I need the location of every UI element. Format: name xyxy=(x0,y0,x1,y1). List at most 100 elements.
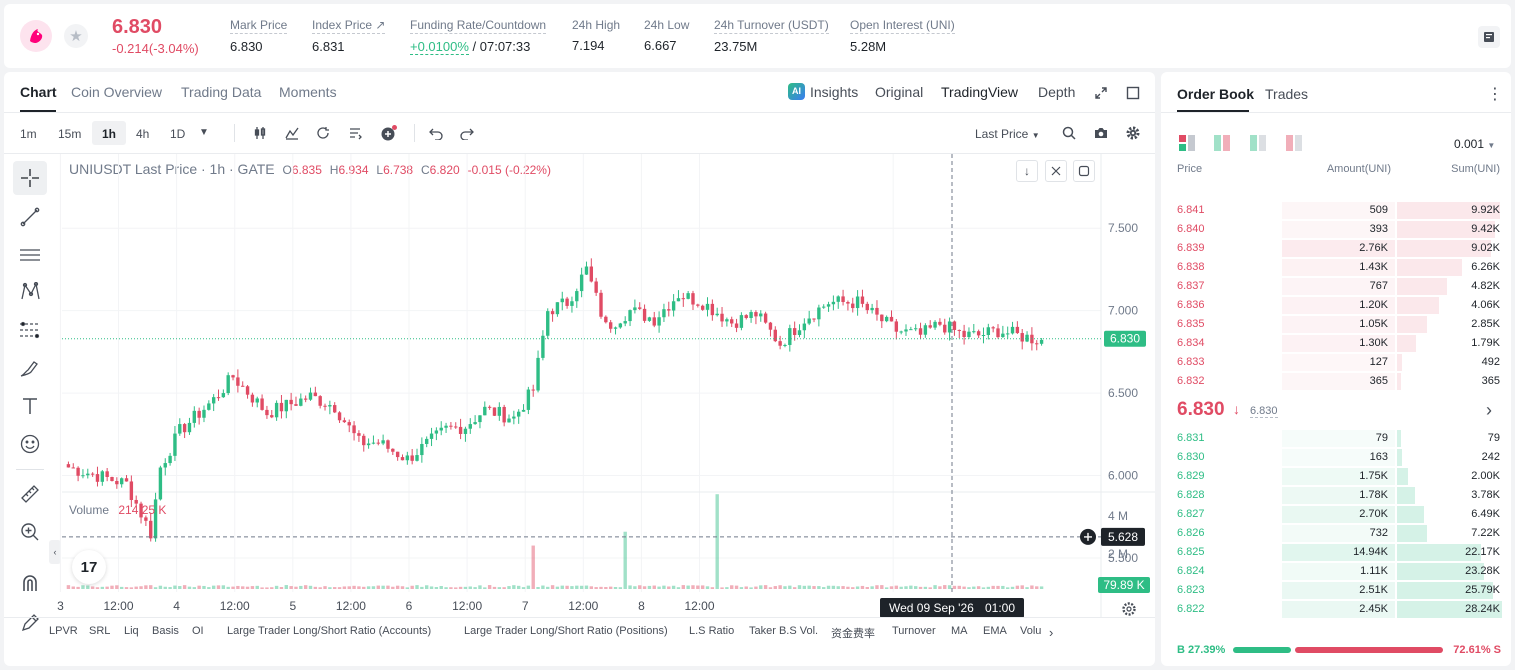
bid-row[interactable]: 6.827 2.70K 6.49K xyxy=(1161,505,1511,524)
candle-body xyxy=(991,327,995,329)
bid-row[interactable]: 6.825 14.94K 22.17K xyxy=(1161,543,1511,562)
coin-logo xyxy=(20,20,52,52)
x-tick-label: 6 xyxy=(406,599,413,613)
candle-body xyxy=(918,328,923,335)
price-chart[interactable]: 7.5007.0006.5006.0005.5003 12:00 4 12:00 5 12… xyxy=(4,72,1155,666)
indicator-turnover[interactable]: Turnover xyxy=(892,625,936,637)
layout-both-icon[interactable] xyxy=(1179,135,1195,151)
indicator-taker-vol[interactable]: Taker B.S Vol. xyxy=(749,625,818,637)
indicator-basis[interactable]: Basis xyxy=(152,625,179,637)
volume-bar xyxy=(671,585,676,589)
indicator-ma[interactable]: MA xyxy=(951,625,968,637)
tab-trades[interactable]: Trades xyxy=(1265,86,1308,102)
bid-row[interactable]: 6.822 2.45K 28.24K xyxy=(1161,600,1511,619)
volume-bar xyxy=(662,585,666,589)
ask-row[interactable]: 6.837 767 4.82K xyxy=(1161,277,1511,296)
candle-body xyxy=(812,318,816,320)
favorite-star-icon[interactable]: ★ xyxy=(64,24,88,48)
volume-bar xyxy=(492,586,497,589)
time-settings-icon[interactable] xyxy=(1120,600,1138,618)
stat-mark-price[interactable]: Mark Price 6.830 xyxy=(230,18,288,54)
row-sum: 1.79K xyxy=(1471,337,1500,349)
candle-body xyxy=(1020,333,1024,342)
bid-row[interactable]: 6.826 732 7.22K xyxy=(1161,524,1511,543)
candle-body xyxy=(473,422,477,425)
indicator-scroll-right-icon[interactable]: › xyxy=(1049,625,1053,640)
tab-order-book[interactable]: Order Book xyxy=(1177,86,1254,102)
bid-row[interactable]: 6.829 1.75K 2.00K xyxy=(1161,467,1511,486)
candle-body xyxy=(144,517,148,521)
candle-body xyxy=(623,321,627,324)
layout-both-alt-icon[interactable] xyxy=(1214,135,1230,151)
bid-row[interactable]: 6.823 2.51K 25.79K xyxy=(1161,581,1511,600)
ask-row[interactable]: 6.841 509 9.92K xyxy=(1161,201,1511,220)
stat-funding-rate[interactable]: Funding Rate/Countdown +0.0100% / 07:07:3… xyxy=(410,18,547,55)
candle-body xyxy=(502,406,506,423)
candle-body xyxy=(255,398,259,403)
candle-body xyxy=(550,311,555,315)
more-menu-icon[interactable]: ⋮ xyxy=(1487,84,1503,104)
volume-bar xyxy=(531,545,535,589)
indicator-liq[interactable]: Liq xyxy=(124,625,139,637)
row-sum: 9.02K xyxy=(1471,242,1500,254)
stat-index-price[interactable]: Index Price ↗ 6.831 xyxy=(312,18,386,54)
layout-bids-icon[interactable] xyxy=(1250,135,1266,151)
candle-body xyxy=(947,321,952,333)
bid-row[interactable]: 6.831 79 79 xyxy=(1161,429,1511,448)
ask-row[interactable]: 6.836 1.20K 4.06K xyxy=(1161,296,1511,315)
indicator-lt-accounts[interactable]: Large Trader Long/Short Ratio (Accounts) xyxy=(227,625,431,637)
ask-row[interactable]: 6.838 1.43K 6.26K xyxy=(1161,258,1511,277)
ask-row[interactable]: 6.835 1.05K 2.85K xyxy=(1161,315,1511,334)
chevron-right-icon[interactable]: › xyxy=(1486,400,1492,421)
layout-asks-icon[interactable] xyxy=(1286,135,1302,151)
volume-tick-label: 4 M xyxy=(1108,509,1128,523)
row-price: 6.836 xyxy=(1177,299,1205,311)
volume-bar xyxy=(71,586,75,589)
ask-row[interactable]: 6.839 2.76K 9.02K xyxy=(1161,239,1511,258)
stat-label: Open Interest (UNI) xyxy=(850,18,955,34)
indicator-srl[interactable]: SRL xyxy=(89,625,110,637)
indicator-ema[interactable]: EMA xyxy=(983,625,1007,637)
stat-24h-turnover[interactable]: 24h Turnover (USDT) 23.75M xyxy=(714,18,829,54)
candle-body xyxy=(197,410,201,418)
bid-row[interactable]: 6.830 163 242 xyxy=(1161,448,1511,467)
candle-body xyxy=(439,427,443,431)
candle-body xyxy=(686,293,690,299)
candle-body xyxy=(521,409,526,412)
candle-body xyxy=(846,302,850,304)
indicator-funding-rate[interactable]: 资金费率 xyxy=(831,625,875,641)
ask-row[interactable]: 6.832 365 365 xyxy=(1161,372,1511,391)
volume-bar xyxy=(357,586,361,589)
precision-select[interactable]: 0.001 ▼ xyxy=(1454,137,1495,151)
indicator-lt-positions[interactable]: Large Trader Long/Short Ratio (Positions… xyxy=(464,625,668,637)
indicator-volume[interactable]: Volu xyxy=(1020,625,1042,637)
indicator-lpvr[interactable]: LPVR xyxy=(49,625,78,637)
candle-body xyxy=(405,455,410,461)
candle-body xyxy=(976,331,981,336)
indicator-ls-ratio[interactable]: L.S Ratio xyxy=(689,625,734,637)
candle-body xyxy=(754,312,758,317)
volume-bar xyxy=(168,587,172,589)
candle-body xyxy=(526,389,531,410)
candle-body xyxy=(1025,334,1029,342)
stat-open-interest[interactable]: Open Interest (UNI) 5.28M xyxy=(850,18,955,54)
bid-row[interactable]: 6.828 1.78K 3.78K xyxy=(1161,486,1511,505)
candle-body xyxy=(546,311,550,336)
indicator-oi[interactable]: OI xyxy=(192,625,204,637)
ask-row[interactable]: 6.834 1.30K 1.79K xyxy=(1161,334,1511,353)
candle-body xyxy=(914,328,918,330)
ask-row[interactable]: 6.840 393 9.42K xyxy=(1161,220,1511,239)
candle-body xyxy=(303,398,308,400)
notebook-icon[interactable] xyxy=(1478,26,1500,48)
volume-bar xyxy=(516,585,521,589)
ask-row[interactable]: 6.833 127 492 xyxy=(1161,353,1511,372)
volume-bar xyxy=(173,585,177,589)
volume-bar xyxy=(1039,586,1044,589)
volume-bar xyxy=(618,587,623,589)
candle-body xyxy=(589,266,594,282)
bid-row[interactable]: 6.824 1.11K 23.28K xyxy=(1161,562,1511,581)
candle-body xyxy=(463,428,468,434)
volume-bar xyxy=(226,586,230,589)
candle-body xyxy=(158,467,163,500)
volume-bar xyxy=(245,586,250,589)
